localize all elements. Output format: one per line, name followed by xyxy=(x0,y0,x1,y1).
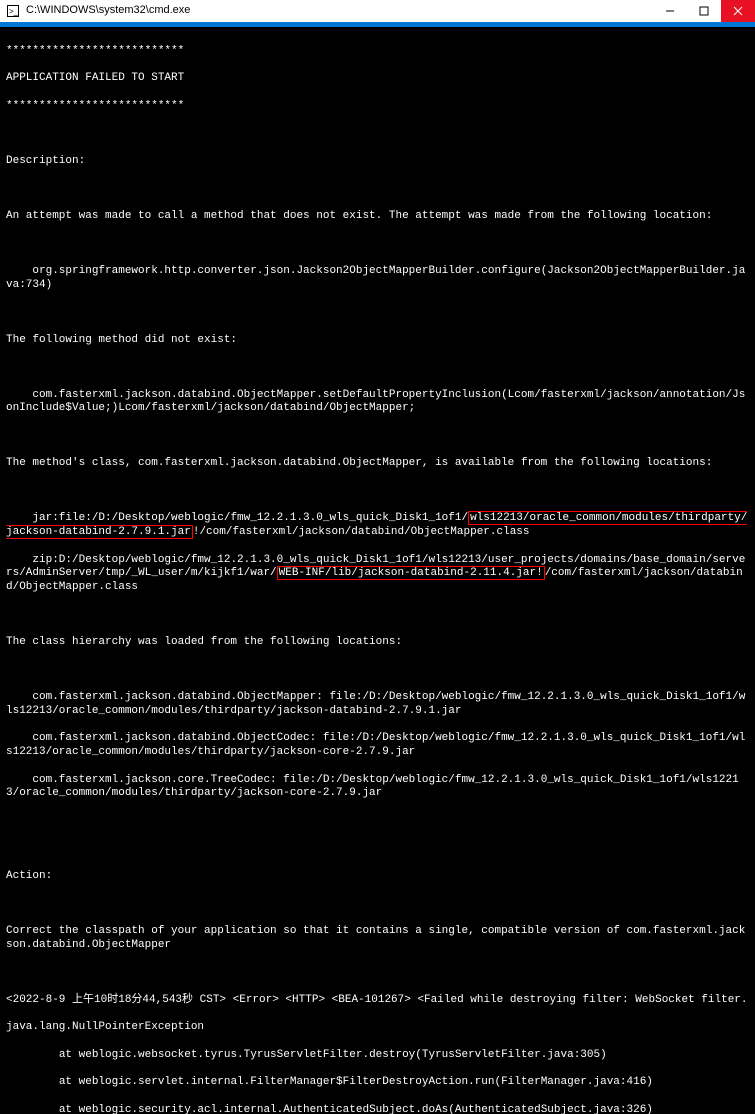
text-line: The following method did not exist: xyxy=(6,334,749,348)
svg-text:>_: >_ xyxy=(9,7,19,16)
text-line: Action: xyxy=(6,870,749,884)
zip-location-line: zip:D:/Desktop/weblogic/fmw_12.2.1.3.0_w… xyxy=(6,554,749,595)
cmd-icon: >_ xyxy=(6,4,20,18)
text-line: APPLICATION FAILED TO START xyxy=(6,72,749,86)
text-line: com.fasterxml.jackson.databind.ObjectMap… xyxy=(6,389,749,417)
text-line: *************************** xyxy=(6,100,749,114)
text-line: com.fasterxml.jackson.databind.ObjectCod… xyxy=(6,732,749,760)
text-line: at weblogic.servlet.internal.FilterManag… xyxy=(6,1076,749,1090)
minimize-button[interactable] xyxy=(653,0,687,22)
maximize-button[interactable] xyxy=(687,0,721,22)
text-line: at weblogic.security.acl.internal.Authen… xyxy=(6,1104,749,1114)
text-line: com.fasterxml.jackson.core.TreeCodec: fi… xyxy=(6,774,749,802)
console-output: *************************** APPLICATION … xyxy=(0,27,755,1114)
text-line: com.fasterxml.jackson.databind.ObjectMap… xyxy=(6,691,749,719)
text-line: The class hierarchy was loaded from the … xyxy=(6,636,749,650)
text: !/com/fasterxml/jackson/databind/ObjectM… xyxy=(193,526,530,538)
text-line: java.lang.NullPointerException xyxy=(6,1021,749,1035)
text-line: An attempt was made to call a method tha… xyxy=(6,210,749,224)
highlighted-path: WEB-INF/lib/jackson-databind-2.11.4.jar! xyxy=(277,566,545,580)
text-line: <2022-8-9 上午10时18分44,543秒 CST> <Error> <… xyxy=(6,994,749,1008)
window-title: C:\WINDOWS\system32\cmd.exe xyxy=(26,4,653,18)
text-line: at weblogic.websocket.tyrus.TyrusServlet… xyxy=(6,1049,749,1063)
text: jar:file:/D:/Desktop/weblogic/fmw_12.2.1… xyxy=(6,512,468,524)
jar-location-line: jar:file:/D:/Desktop/weblogic/fmw_12.2.1… xyxy=(6,512,749,540)
text-line: Correct the classpath of your applicatio… xyxy=(6,925,749,953)
close-button[interactable] xyxy=(721,0,755,22)
titlebar: >_ C:\WINDOWS\system32\cmd.exe xyxy=(0,0,755,22)
text-line: *************************** xyxy=(6,45,749,59)
text-line: The method's class, com.fasterxml.jackso… xyxy=(6,457,749,471)
text-line: org.springframework.http.converter.json.… xyxy=(6,265,749,293)
text-line: Description: xyxy=(6,155,749,169)
